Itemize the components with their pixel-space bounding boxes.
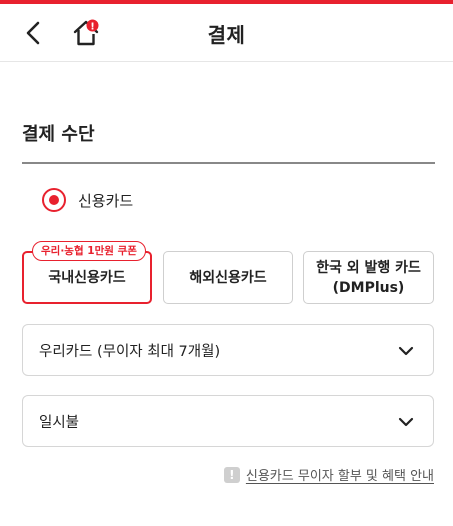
card-type-domestic-label: 국내신용카드 [48,269,126,286]
card-type-dmplus-label: 한국 외 발행 카드 (DMPlus) [316,258,421,298]
card-type-overseas-label: 해외신용카드 [189,269,267,286]
installment-select-value: 일시불 [39,414,80,431]
chevron-down-icon [398,417,414,427]
home-badge-text: ! [90,21,95,32]
page-title: 결제 [207,23,246,47]
info-link-text: 신용카드 무이자 할부 및 혜택 안내 [245,469,434,484]
radio-label-credit-card: 신용카드 [78,191,134,210]
card-type-dmplus-button[interactable]: 한국 외 발행 카드 (DMPlus) [303,251,434,304]
header-bar: ! 결제 [0,4,453,62]
radio-credit-card[interactable]: 신용카드 [42,188,133,212]
home-icon: ! [73,19,99,46]
card-type-overseas-button[interactable]: 해외신용카드 [163,251,293,304]
info-exclamation-icon: ! [223,466,240,483]
card-company-select[interactable]: 우리카드 (무이자 최대 7개월) [22,324,434,376]
card-company-select-value: 우리카드 (무이자 최대 7개월) [39,343,221,360]
radio-button[interactable] [42,188,66,212]
installment-select[interactable]: 일시불 [22,395,434,447]
back-button[interactable] [18,18,48,48]
home-button[interactable]: ! [70,16,104,50]
card-type-dmplus-line2: (DMPlus) [332,279,405,296]
section-title-payment-method: 결제 수단 [22,124,95,145]
coupon-badge: 우리·농협 1만원 쿠폰 [32,241,146,261]
section-divider [22,162,435,164]
installment-benefit-info-link[interactable]: ! 신용카드 무이자 할부 및 혜택 안내 [223,465,434,484]
chevron-down-icon [398,346,414,356]
chevron-left-icon [26,21,40,45]
payment-page: ! 결제 결제 수단 신용카드 국내신용카드 우리·농협 1만원 쿠폰 해외신용… [0,0,453,526]
radio-selected-dot [49,195,59,205]
card-type-dmplus-line1: 한국 외 발행 카드 [316,259,421,276]
